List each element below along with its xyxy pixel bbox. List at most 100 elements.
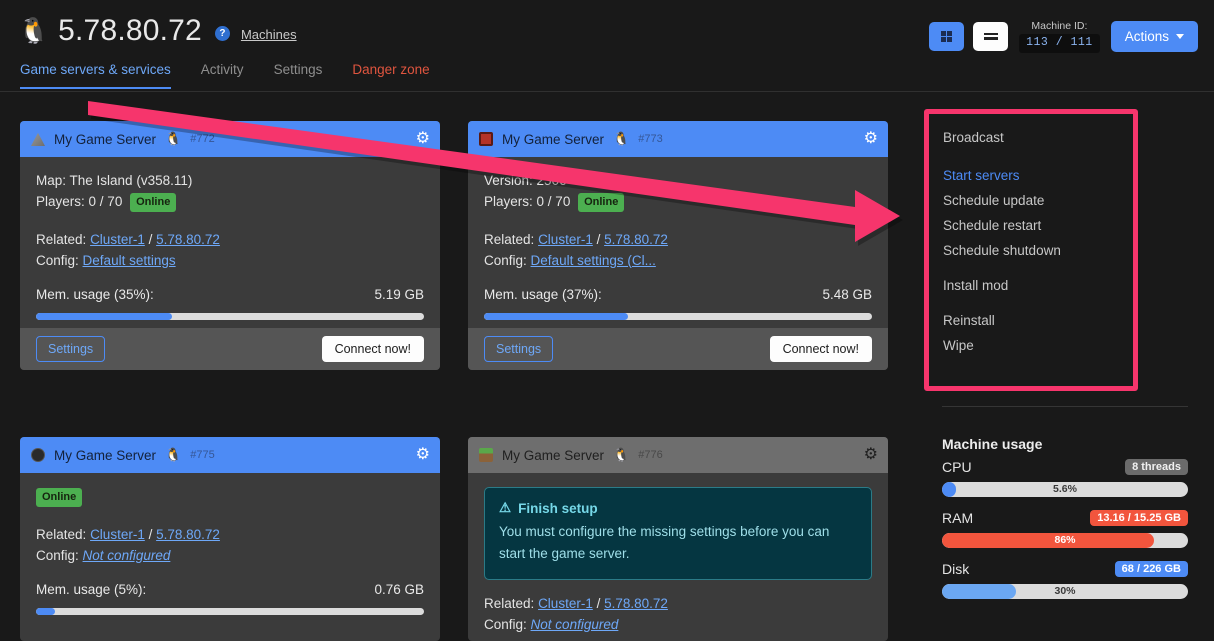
menu-item-schedule-update[interactable]: Schedule update (924, 188, 1138, 213)
card-id: #772 (190, 133, 214, 145)
dark-circle-icon (31, 448, 45, 462)
related-host-link[interactable]: 5.78.80.72 (604, 596, 668, 611)
settings-button[interactable]: Settings (36, 336, 105, 362)
related-cluster-link[interactable]: Cluster-1 (90, 232, 145, 247)
alert-title: Finish setup (518, 501, 598, 516)
config-link[interactable]: Default settings (83, 253, 176, 268)
resource-badge: 13.16 / 15.25 GB (1090, 510, 1188, 526)
resource-name: CPU (942, 459, 972, 475)
connect-button[interactable]: Connect now! (770, 336, 872, 362)
ram-percent-label: 86% (942, 533, 1188, 548)
machine-usage-panel: Machine usage CPU 8 threads 5.6% RAM 13.… (942, 436, 1188, 612)
tab-settings[interactable]: Settings (274, 62, 323, 89)
related-host-link[interactable]: 5.78.80.72 (604, 232, 668, 247)
finish-setup-alert: ⚠ Finish setup You must configure the mi… (484, 487, 872, 580)
version-value: 2506 (537, 173, 567, 188)
players-row: Players: 0 / 70 Online (36, 192, 424, 213)
machine-id-value: 113 / 111 (1019, 34, 1100, 52)
card-title: My Game Server (502, 132, 604, 147)
config-label: Config: (484, 617, 527, 632)
config-link[interactable]: Not configured (83, 548, 171, 563)
disk-percent-label: 30% (942, 584, 1188, 599)
related-host-link[interactable]: 5.78.80.72 (156, 232, 220, 247)
tab-game-servers[interactable]: Game servers & services (20, 62, 171, 89)
related-host-link[interactable]: 5.78.80.72 (156, 527, 220, 542)
linux-penguin-icon: 🐧 (165, 447, 181, 463)
related-row: Related: Cluster-1 / 5.78.80.72 (36, 230, 424, 251)
card-header: My Game Server 🐧 #773 ⚙ (468, 121, 888, 157)
gear-icon[interactable]: ⚙ (416, 447, 430, 463)
memory-progress-bar (36, 313, 424, 320)
config-row: Config: Default settings (Cl... (484, 251, 872, 272)
menu-item-start-servers[interactable]: Start servers (924, 163, 1138, 188)
cpu-progress-bar: 5.6% (942, 482, 1188, 497)
gear-icon[interactable]: ⚙ (416, 131, 430, 147)
card-title: My Game Server (54, 448, 156, 463)
menu-item-schedule-restart[interactable]: Schedule restart (924, 213, 1138, 238)
config-link[interactable]: Not configured (531, 617, 619, 632)
memory-value: 5.19 GB (374, 287, 424, 302)
status-badge: Online (36, 488, 82, 507)
menu-item-reinstall[interactable]: Reinstall (924, 308, 1138, 333)
memory-label: Mem. usage (37%): (484, 287, 602, 302)
map-label: Map: (36, 173, 66, 188)
memory-usage-row: Mem. usage (37%): 5.48 GB (484, 287, 872, 302)
ram-progress-bar: 86% (942, 533, 1188, 548)
resource-ram: RAM 13.16 / 15.25 GB 86% (942, 510, 1188, 548)
linux-penguin-icon: 🐧 (613, 131, 629, 147)
memory-label: Mem. usage (35%): (36, 287, 154, 302)
menu-item-broadcast[interactable]: Broadcast (924, 125, 1138, 150)
linux-penguin-icon: 🐧 (18, 19, 49, 44)
tab-activity[interactable]: Activity (201, 62, 244, 89)
title-row: 🐧 5.78.80.72 ? Machines (18, 14, 297, 48)
config-row: Config: Default settings (36, 251, 424, 272)
memory-value: 5.48 GB (822, 287, 872, 302)
players-row: Players: 0 / 70 Online (484, 192, 872, 213)
gear-icon[interactable]: ⚙ (864, 447, 878, 463)
page-header: 🐧 5.78.80.72 ? Machines Machine ID: 113 … (0, 0, 1214, 60)
tab-danger-zone[interactable]: Danger zone (352, 62, 429, 89)
linux-penguin-icon: 🐧 (165, 131, 181, 147)
resource-name: Disk (942, 561, 969, 577)
page-root: 🐧 5.78.80.72 ? Machines Machine ID: 113 … (0, 0, 1214, 641)
server-card-773: My Game Server 🐧 #773 ⚙ Version: 2506 Pl… (468, 121, 888, 370)
connect-button[interactable]: Connect now! (322, 336, 424, 362)
config-row: Config: Not configured (484, 615, 872, 636)
menu-item-wipe[interactable]: Wipe (924, 333, 1138, 358)
machine-usage-heading: Machine usage (942, 436, 1188, 452)
settings-button[interactable]: Settings (484, 336, 553, 362)
players-label: Players: (36, 194, 85, 209)
tab-bar: Game servers & services Activity Setting… (20, 62, 430, 89)
related-cluster-link[interactable]: Cluster-1 (538, 596, 593, 611)
menu-item-schedule-shutdown[interactable]: Schedule shutdown (924, 238, 1138, 263)
config-label: Config: (36, 548, 79, 563)
menu-item-install-mod[interactable]: Install mod (924, 273, 1138, 298)
alert-title-row: ⚠ Finish setup (499, 500, 857, 516)
status-row: Online (36, 487, 424, 508)
disk-progress-bar: 30% (942, 584, 1188, 599)
list-view-icon[interactable] (973, 22, 1008, 51)
machine-id-label: Machine ID: (1019, 20, 1100, 33)
players-value: 0 / 70 (537, 194, 571, 209)
related-row: Related: Cluster-1 / 5.78.80.72 (36, 525, 424, 546)
card-body: Version: 2506 Players: 0 / 70 Online Rel… (468, 157, 888, 328)
ark-mountain-icon (31, 132, 45, 146)
chevron-down-icon (1176, 34, 1184, 39)
status-badge: Online (130, 193, 176, 212)
grid-view-icon[interactable] (929, 22, 964, 51)
card-title: My Game Server (502, 448, 604, 463)
related-label: Related: (484, 596, 534, 611)
card-id: #776 (638, 449, 662, 461)
linux-penguin-icon: 🐧 (613, 447, 629, 463)
related-cluster-link[interactable]: Cluster-1 (90, 527, 145, 542)
actions-button[interactable]: Actions (1111, 21, 1198, 52)
card-header: My Game Server 🐧 #775 ⚙ (20, 437, 440, 473)
related-label: Related: (36, 527, 86, 542)
config-link[interactable]: Default settings (Cl... (531, 253, 656, 268)
help-icon[interactable]: ? (215, 26, 230, 41)
panel-divider (942, 406, 1188, 407)
memory-label: Mem. usage (5%): (36, 582, 146, 597)
machines-link[interactable]: Machines (241, 27, 297, 42)
related-cluster-link[interactable]: Cluster-1 (538, 232, 593, 247)
gear-icon[interactable]: ⚙ (864, 131, 878, 147)
